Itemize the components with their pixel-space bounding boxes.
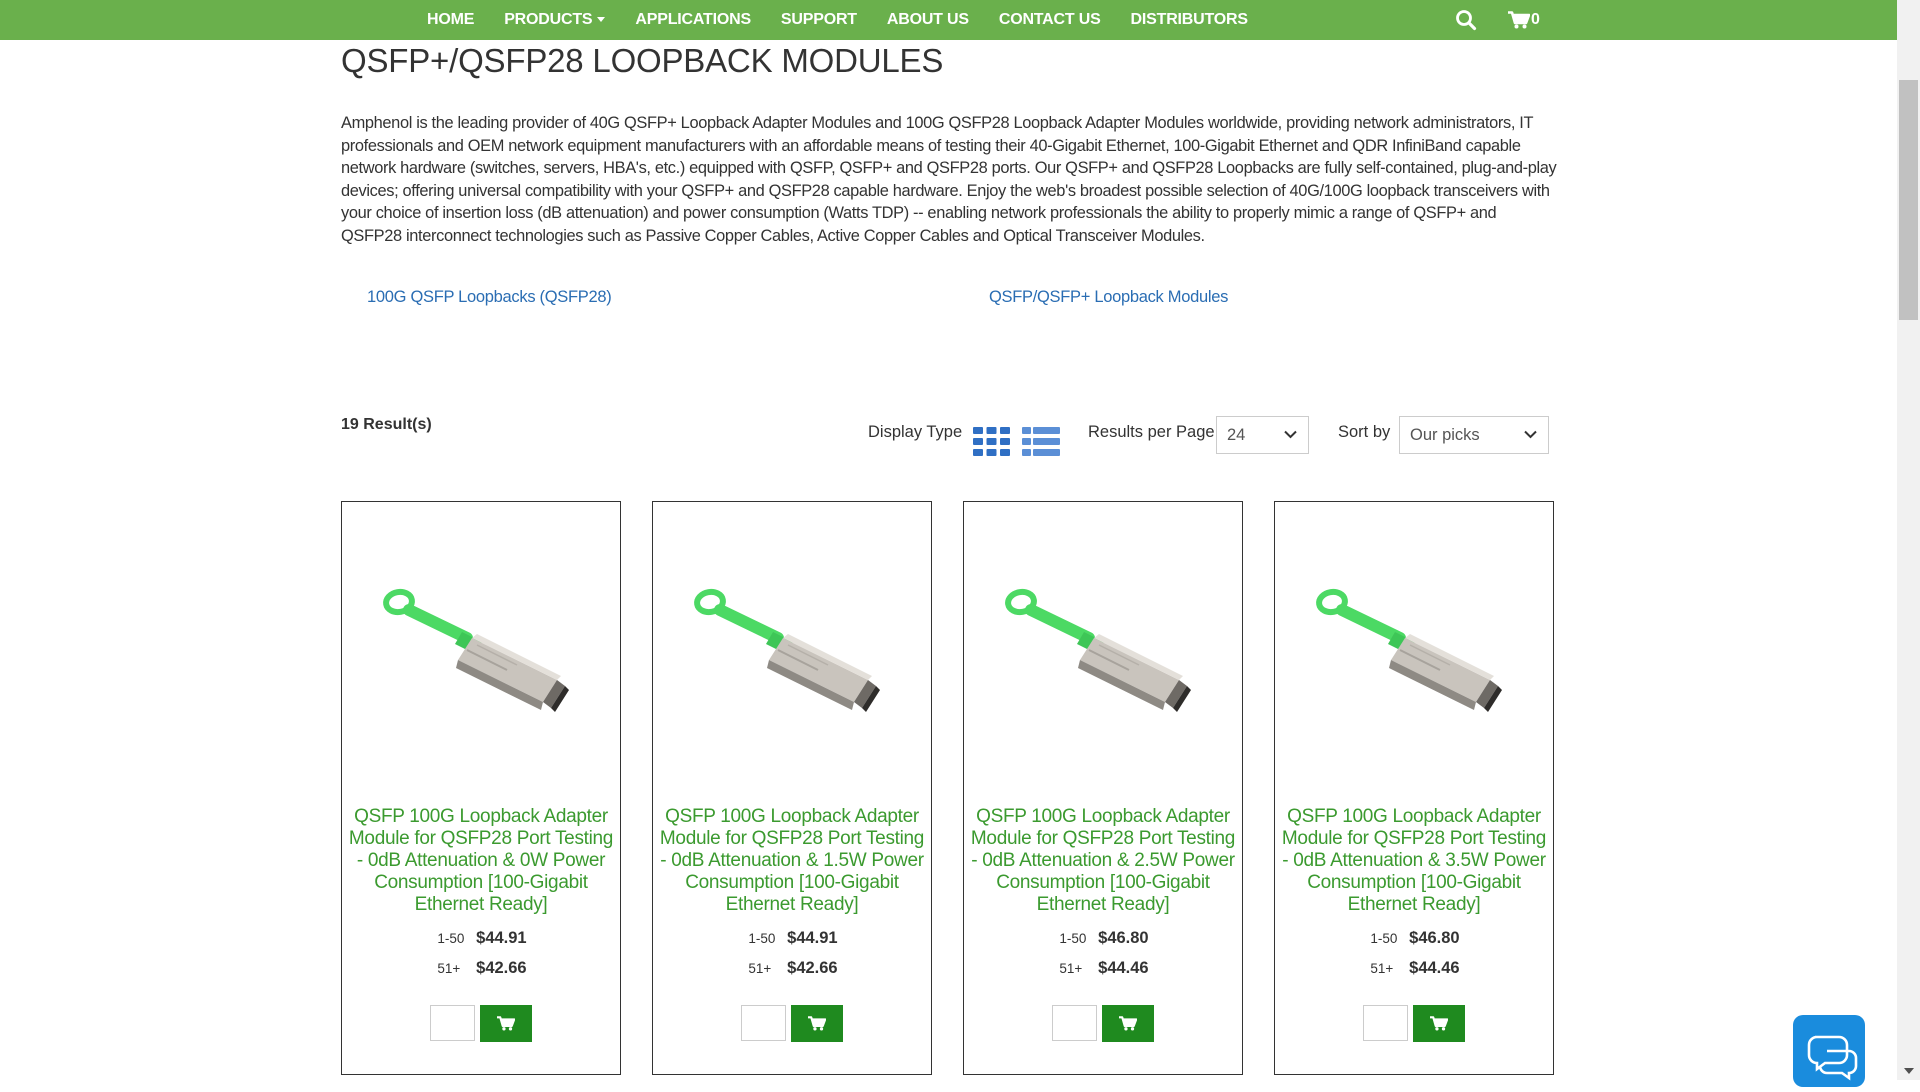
nav-item-products-label: PRODUCTS: [504, 11, 593, 28]
sort-by-value: Our picks: [1410, 426, 1480, 444]
price-tier-qty: 1-50: [1059, 931, 1087, 946]
results-per-page-label: Results per Page: [1088, 423, 1215, 441]
cart-count: 0: [1531, 11, 1540, 28]
chat-icon: [1807, 1035, 1858, 1081]
sort-by-label: Sort by: [1338, 423, 1391, 441]
price-tier-qty: 1-50: [1370, 931, 1398, 946]
category-link-qsfp28[interactable]: 100G QSFP Loopbacks (QSFP28): [367, 288, 612, 307]
nav-item-products[interactable]: PRODUCTS: [504, 11, 606, 29]
price-tier-qty: 1-50: [437, 931, 465, 946]
cart-icon: [808, 1016, 826, 1031]
nav-item-distributors[interactable]: DISTRIBUTORS: [1131, 11, 1249, 29]
results-per-page-select[interactable]: 24: [1216, 416, 1309, 454]
quantity-input[interactable]: [1363, 1005, 1408, 1041]
intro-paragraph: Amphenol is the leading provider of 40G …: [341, 114, 1557, 245]
product-card: QSFP 100G Loopback Adapter Module for QS…: [963, 501, 1243, 1075]
scrollbar-thumb[interactable]: [1899, 80, 1918, 320]
price-tier-qty: 51+: [1370, 961, 1394, 976]
product-image[interactable]: [1300, 580, 1530, 720]
price-tier-price: $44.46: [1409, 959, 1460, 977]
chevron-down-icon: [1284, 430, 1297, 439]
price-tier: 51+ $44.46: [964, 959, 1244, 978]
scroll-down-arrow-icon[interactable]: [1904, 1068, 1914, 1074]
price-tier: 1-50 $46.80: [964, 929, 1244, 948]
cart-link[interactable]: 0: [1508, 9, 1540, 31]
price-tier-price: $44.91: [787, 929, 838, 947]
chevron-down-icon: [1524, 430, 1537, 439]
page-title: QSFP+/QSFP28 LOOPBACK MODULES: [341, 42, 944, 79]
product-title-link[interactable]: QSFP 100G Loopback Adapter Module for QS…: [1281, 806, 1547, 916]
price-tier-qty: 51+: [437, 961, 461, 976]
caret-down-icon: [597, 17, 606, 23]
product-title-link[interactable]: QSFP 100G Loopback Adapter Module for QS…: [970, 806, 1236, 916]
price-tier: 51+ $42.66: [653, 959, 933, 978]
chat-widget-button[interactable]: [1793, 1015, 1865, 1087]
quantity-input[interactable]: [430, 1005, 475, 1041]
price-tier-qty: 51+: [1059, 961, 1083, 976]
price-tier-price: $42.66: [476, 959, 527, 977]
nav-item-home[interactable]: HOME: [427, 11, 474, 29]
price-tier-qty: 1-50: [748, 931, 776, 946]
add-to-cart-button[interactable]: [1102, 1005, 1154, 1042]
results-per-page-value: 24: [1227, 426, 1246, 444]
search-icon[interactable]: [1455, 9, 1477, 31]
add-to-cart-button[interactable]: [791, 1005, 843, 1042]
price-tier: 51+ $44.46: [1275, 959, 1555, 978]
cart-icon: [1119, 1016, 1137, 1031]
grid-view-icon[interactable]: [973, 427, 1010, 456]
product-card: QSFP 100G Loopback Adapter Module for QS…: [652, 501, 932, 1075]
product-image[interactable]: [678, 580, 908, 720]
product-title-link[interactable]: QSFP 100G Loopback Adapter Module for QS…: [659, 806, 925, 916]
quantity-input[interactable]: [741, 1005, 786, 1041]
price-tier-price: $42.66: [787, 959, 838, 977]
product-card: QSFP 100G Loopback Adapter Module for QS…: [341, 501, 621, 1075]
price-tier-price: $44.91: [476, 929, 527, 947]
product-title-link[interactable]: QSFP 100G Loopback Adapter Module for QS…: [348, 806, 614, 916]
add-to-cart-button[interactable]: [1413, 1005, 1465, 1042]
results-count: 19 Result(s): [341, 416, 432, 433]
category-link-qsfp-plus[interactable]: QSFP/QSFP+ Loopback Modules: [989, 288, 1228, 307]
display-type-label: Display Type: [868, 423, 963, 441]
sort-by-select[interactable]: Our picks: [1399, 416, 1549, 454]
list-view-icon[interactable]: [1022, 427, 1060, 456]
product-card: QSFP 100G Loopback Adapter Module for QS…: [1274, 501, 1554, 1075]
price-tier: 1-50 $46.80: [1275, 929, 1555, 948]
page-scrollbar[interactable]: [1897, 0, 1920, 1080]
product-image[interactable]: [989, 580, 1219, 720]
price-tier-price: $46.80: [1098, 929, 1149, 947]
price-tier-price: $46.80: [1409, 929, 1460, 947]
nav-item-about-us[interactable]: ABOUT US: [887, 11, 969, 29]
price-tier: 51+ $42.66: [342, 959, 622, 978]
nav-links: HOME PRODUCTS APPLICATIONS SUPPORT ABOUT…: [427, 0, 1278, 40]
price-tier: 1-50 $44.91: [653, 929, 933, 948]
price-tier-qty: 51+: [748, 961, 772, 976]
quantity-input[interactable]: [1052, 1005, 1097, 1041]
nav-item-support[interactable]: SUPPORT: [781, 11, 857, 29]
nav-item-contact-us[interactable]: CONTACT US: [999, 11, 1101, 29]
price-tier-price: $44.46: [1098, 959, 1149, 977]
nav-item-applications[interactable]: APPLICATIONS: [635, 11, 751, 29]
price-tier: 1-50 $44.91: [342, 929, 622, 948]
cart-icon: [1508, 11, 1530, 29]
product-image[interactable]: [367, 580, 597, 720]
add-to-cart-button[interactable]: [480, 1005, 532, 1042]
top-navigation-bar: HOME PRODUCTS APPLICATIONS SUPPORT ABOUT…: [0, 0, 1897, 40]
cart-icon: [497, 1016, 515, 1031]
cart-icon: [1430, 1016, 1448, 1031]
